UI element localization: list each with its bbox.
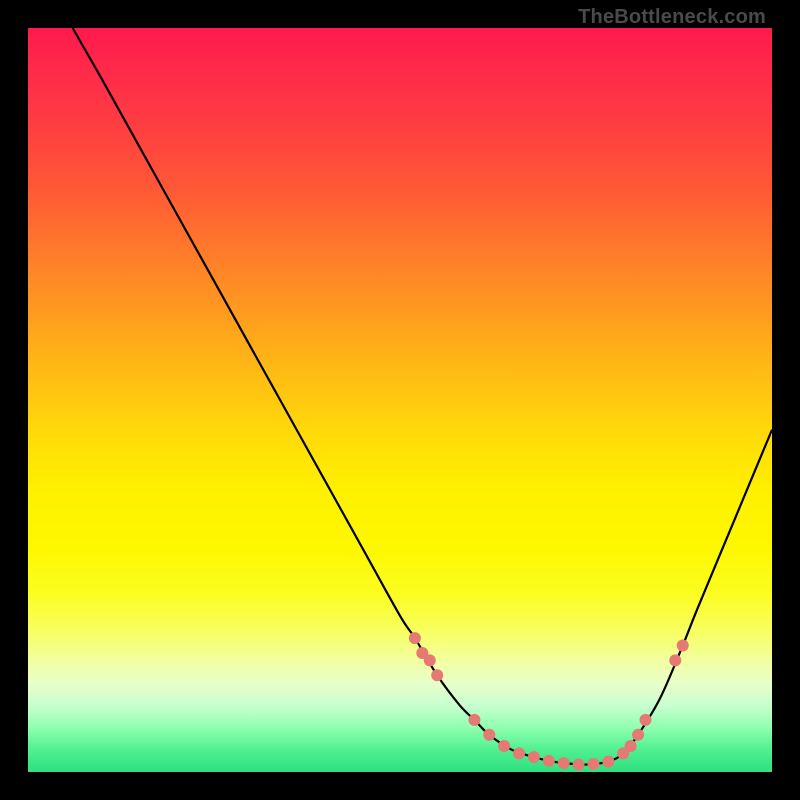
data-point [431,669,443,681]
data-point [424,654,436,666]
data-point [640,714,652,726]
data-point [602,756,614,768]
data-point [573,759,585,771]
watermark-text: TheBottleneck.com [578,6,766,29]
data-point [543,755,555,767]
data-point [409,632,421,644]
chart-svg [28,28,772,772]
data-point [625,740,637,752]
data-point [587,758,599,770]
data-point [513,747,525,759]
data-point [677,640,689,652]
data-point [468,714,480,726]
plot-area [28,28,772,772]
data-point [498,740,510,752]
data-point [632,729,644,741]
data-point [528,751,540,763]
data-points [409,632,689,770]
data-point [483,729,495,741]
data-point [669,654,681,666]
chart-container: TheBottleneck.com [0,0,800,800]
data-point [558,757,570,769]
